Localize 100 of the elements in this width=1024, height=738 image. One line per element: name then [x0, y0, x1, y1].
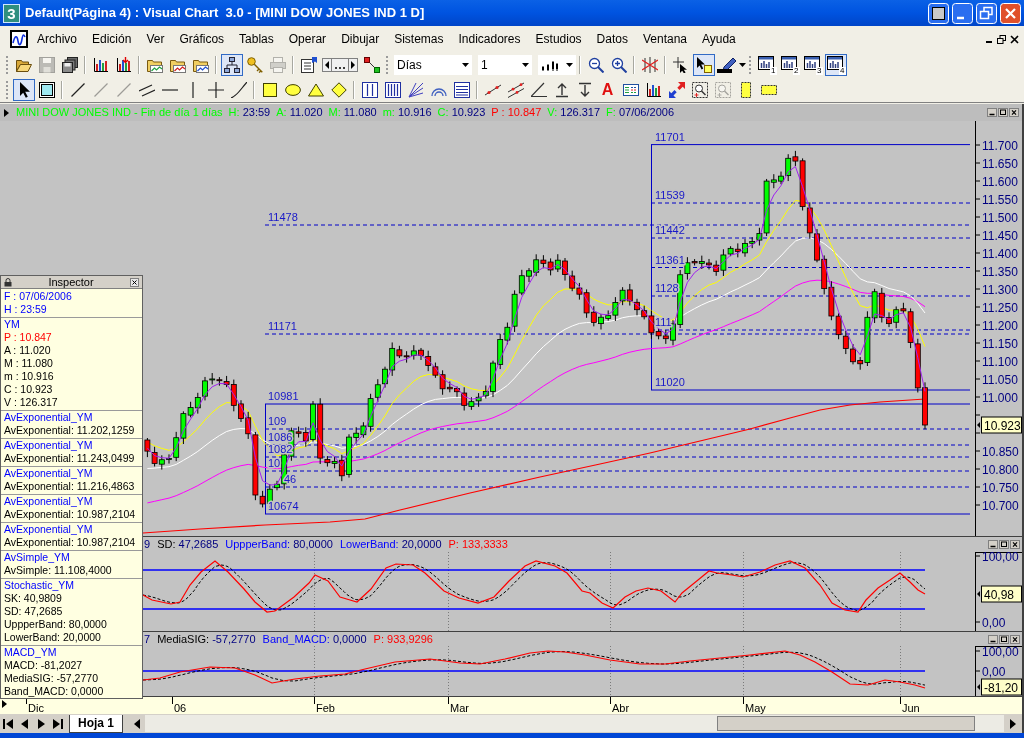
window-layout-button[interactable]: 4	[824, 53, 847, 76]
menu-item[interactable]: Operar	[288, 33, 327, 45]
rectangle-icon[interactable]	[38, 81, 55, 98]
dotted-lines-icon[interactable]	[507, 81, 524, 98]
inspector-line: AvExponential_YM	[4, 495, 94, 508]
inspector-line: MediaSIG: -57,2770	[4, 672, 99, 685]
connected-nodes-icon[interactable]	[363, 56, 380, 73]
level-label: 11478	[268, 211, 298, 223]
sheet-tab[interactable]: Hoja 1	[69, 714, 123, 733]
vertical-lines-icon[interactable]	[384, 81, 401, 98]
window-layout-button[interactable]: 3	[801, 53, 824, 76]
zoom-area-icon[interactable]	[691, 81, 708, 98]
crosshair-icon[interactable]	[207, 81, 224, 98]
diagonal-line-icon[interactable]	[69, 81, 86, 98]
arrows-icon[interactable]	[668, 81, 685, 98]
vertical-lines-icon[interactable]	[361, 81, 378, 98]
period-select[interactable]: Días	[394, 54, 472, 75]
fan-lines-icon[interactable]	[407, 81, 424, 98]
last-page-icon[interactable]	[52, 717, 63, 730]
maximize-icon[interactable]	[998, 108, 1008, 117]
arrow-icon	[2, 700, 7, 708]
price-axis-label: 11.550	[982, 192, 1018, 207]
indicator-axis-label: 0,00	[982, 615, 1006, 630]
curve-icon[interactable]	[230, 81, 247, 98]
caret-icon	[566, 62, 573, 67]
diamond-icon[interactable]	[330, 81, 347, 98]
close-icon[interactable]	[1010, 635, 1020, 644]
chart-icon[interactable]	[10, 30, 28, 48]
previous-icon[interactable]	[20, 717, 29, 730]
chart-type-select[interactable]	[538, 54, 576, 75]
scrollbar-thumb[interactable]	[717, 716, 975, 731]
triangle-icon[interactable]	[307, 81, 324, 98]
chart-window-icon	[826, 55, 843, 70]
chart-window-icon	[803, 55, 820, 70]
crossed-bars-icon[interactable]	[641, 56, 658, 73]
app-logo[interactable]: 3	[3, 3, 20, 23]
minimize-icon[interactable]	[988, 540, 998, 549]
zoom-in-icon[interactable]	[610, 56, 627, 73]
maximize-icon[interactable]	[999, 635, 1009, 644]
count-select[interactable]: 1	[478, 54, 532, 75]
close-icon[interactable]	[130, 277, 139, 287]
crosshair-pointer-icon[interactable]	[672, 56, 689, 73]
legend-icon[interactable]	[622, 81, 639, 98]
arrow-up-icon[interactable]	[553, 81, 570, 98]
maximize-icon[interactable]	[999, 540, 1009, 549]
minimize-icon[interactable]	[987, 108, 997, 117]
price-axis-label: 11.450	[982, 228, 1018, 243]
pen-icon[interactable]	[716, 56, 738, 73]
menu-item[interactable]: Datos	[596, 33, 628, 45]
scroll-arrows-icon[interactable]	[322, 56, 358, 73]
close-icon[interactable]	[1010, 540, 1020, 549]
properties-icon[interactable]	[300, 56, 317, 73]
key-icon[interactable]	[246, 56, 263, 73]
first-page-icon[interactable]	[3, 717, 14, 730]
window-layout-button[interactable]: 2	[778, 53, 801, 76]
window-layout-button[interactable]: 1	[755, 53, 778, 76]
menu-item[interactable]: Ayuda	[702, 33, 736, 45]
menu-item[interactable]: Ver	[146, 33, 165, 45]
restore-icon[interactable]	[997, 34, 1006, 44]
indicator-field: LowerBand: 20,0000	[339, 538, 442, 551]
arrow-pointer-icon[interactable]	[12, 78, 35, 101]
level-label: 10981	[268, 390, 299, 402]
bar-chart-icon[interactable]	[645, 81, 662, 98]
menu-item[interactable]: Sistemas	[394, 33, 444, 45]
angle-icon[interactable]	[530, 81, 547, 98]
close-icon[interactable]	[1010, 34, 1019, 44]
date-label: Abr	[612, 702, 630, 714]
minimize-icon[interactable]	[988, 635, 998, 644]
horizontal-lines-icon[interactable]	[453, 81, 470, 98]
menu-item[interactable]: Gráficos	[179, 33, 225, 45]
next-icon[interactable]	[37, 717, 46, 730]
menu-item[interactable]: Edición	[92, 33, 132, 45]
scrollbar[interactable]	[145, 715, 1004, 732]
menu-item[interactable]: Archivo	[37, 33, 77, 45]
pointer-square-icon[interactable]	[692, 53, 715, 76]
square-icon[interactable]	[261, 81, 278, 98]
arrow-left-icon[interactable]	[133, 718, 141, 729]
date-tick	[26, 697, 27, 705]
bar-chart-icon[interactable]	[92, 56, 109, 73]
menu-item[interactable]: Estudios	[535, 33, 582, 45]
menu-item[interactable]: Tablas	[239, 33, 274, 45]
indicator-field: MediaSIG: -57,2770	[157, 633, 256, 646]
text-tool-button[interactable]: A	[598, 79, 617, 100]
date-label: Mar	[450, 702, 469, 714]
arrow-down-icon[interactable]	[576, 81, 593, 98]
arrow-right-icon[interactable]	[1009, 718, 1017, 729]
close-icon[interactable]	[1009, 108, 1019, 117]
menu-item[interactable]: Dibujar	[341, 33, 380, 45]
level-label: 109	[268, 415, 287, 427]
network-icon[interactable]	[220, 53, 243, 76]
arrow-icon	[977, 422, 980, 428]
stacked-disks-icon[interactable]	[61, 56, 78, 73]
price-axis-label: 11.400	[982, 246, 1018, 261]
zoom-out-icon[interactable]	[587, 56, 604, 73]
indicator-field: P: 133,3333	[448, 538, 508, 551]
bar-chart-arrow-icon[interactable]	[115, 56, 132, 73]
value-fragment: 7	[144, 633, 151, 646]
menu-item[interactable]: Ventana	[642, 33, 687, 45]
ellipse-icon[interactable]	[284, 81, 301, 98]
menu-item[interactable]: Indicadores	[458, 33, 521, 45]
